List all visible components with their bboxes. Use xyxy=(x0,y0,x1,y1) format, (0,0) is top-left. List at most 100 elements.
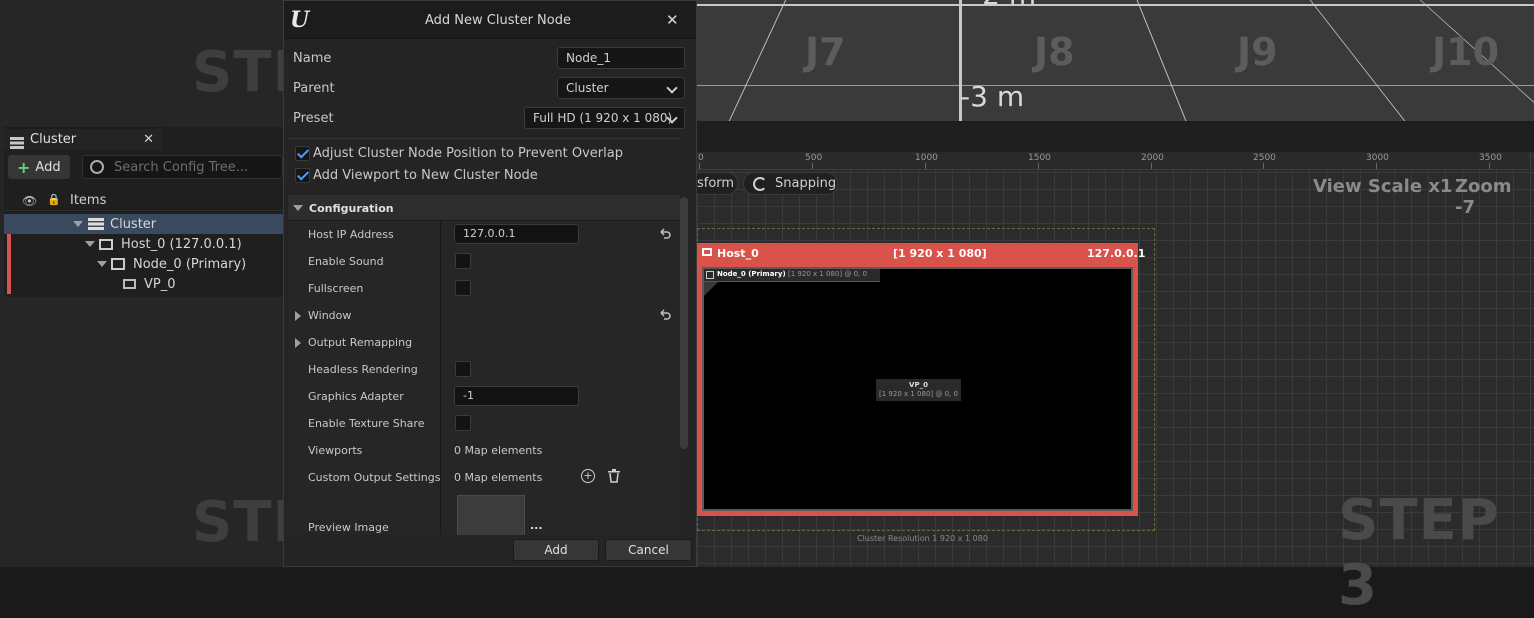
configuration-section-header[interactable]: Configuration xyxy=(288,195,680,221)
add-viewport-checkbox[interactable] xyxy=(295,168,310,183)
canvas-top-strip xyxy=(697,121,1534,152)
prop-label: Host IP Address xyxy=(308,228,394,241)
monitor-icon xyxy=(99,238,113,250)
expand-arrow-icon[interactable] xyxy=(97,261,107,267)
headless-rendering-checkbox[interactable] xyxy=(455,361,471,377)
viewports-value: 0 Map elements xyxy=(454,444,543,457)
preset-dropdown[interactable]: Full HD (1 920 x 1 080) xyxy=(524,107,685,129)
expand-arrow-icon[interactable] xyxy=(73,221,83,227)
close-icon[interactable]: ✕ xyxy=(666,11,679,29)
add-button[interactable]: Add xyxy=(513,539,599,561)
reset-arrow-icon[interactable] xyxy=(659,228,671,240)
ruler-label: 3000 xyxy=(1366,153,1389,163)
preset-label: Preset xyxy=(293,111,334,126)
cluster-panel: Cluster ✕ + Add Search Config Tree... 👁 … xyxy=(4,127,283,297)
parent-label: Parent xyxy=(293,81,335,96)
cancel-button[interactable]: Cancel xyxy=(605,539,692,561)
monitor-icon xyxy=(702,248,712,256)
expand-arrow-icon[interactable] xyxy=(295,311,301,321)
dialog-title: Add New Cluster Node xyxy=(425,13,571,28)
view-scale-label: View Scale x1 xyxy=(1313,176,1453,197)
parent-value: Cluster xyxy=(566,81,609,95)
trash-icon[interactable] xyxy=(608,469,620,483)
tree-icon xyxy=(10,134,24,149)
search-icon xyxy=(90,160,104,174)
divider xyxy=(288,138,680,139)
prop-output-remapping[interactable]: Output Remapping xyxy=(288,329,680,357)
node-box[interactable]: Node_0 (Primary) [1 920 x 1 080] @ 0, 0 … xyxy=(702,267,1133,511)
add-button-label: Add xyxy=(35,159,61,175)
ruler-label: 0 xyxy=(698,153,704,163)
preview-image-thumbnail[interactable] xyxy=(457,495,525,535)
tree-label-node: Node_0 (Primary) xyxy=(133,256,247,272)
search-placeholder: Search Config Tree... xyxy=(114,159,249,175)
tree-row-viewport[interactable]: VP_0 xyxy=(4,274,283,294)
enable-sound-checkbox[interactable] xyxy=(455,253,471,269)
prop-window[interactable]: Window xyxy=(288,302,680,330)
node-icon xyxy=(706,271,714,279)
expand-arrow-icon xyxy=(293,205,303,211)
viewport-box[interactable]: VP_0 [1 920 x 1 080] @ 0, 0 xyxy=(876,379,961,401)
expand-arrow-icon[interactable] xyxy=(295,338,301,348)
texture-share-checkbox[interactable] xyxy=(455,415,471,431)
transform-label: sform xyxy=(697,176,735,191)
prop-label: Window xyxy=(308,309,352,322)
add-viewport-label: Add Viewport to New Cluster Node xyxy=(313,168,538,183)
tree-row-node[interactable]: Node_0 (Primary) xyxy=(4,254,283,274)
floor-grid-line xyxy=(728,0,787,121)
adjust-position-checkbox[interactable] xyxy=(295,146,310,161)
tree-label-cluster: Cluster xyxy=(110,216,157,232)
floor-tile-label: J9 xyxy=(1237,30,1278,74)
prop-label: Graphics Adapter xyxy=(308,390,404,403)
horizontal-ruler: 0 500 1000 1500 2000 2500 3000 3500 xyxy=(697,152,1529,170)
close-icon[interactable]: ✕ xyxy=(143,132,154,147)
viewport-3d[interactable]: J7 J8 J9 J10 -2 m -3 m xyxy=(697,0,1534,121)
floor-tile-label: J10 xyxy=(1432,30,1500,74)
viewport-info: [1 920 x 1 080] @ 0, 0 xyxy=(879,390,958,398)
host-ip-input[interactable]: 127.0.0.1 xyxy=(454,224,579,244)
cluster-resolution-label: Cluster Resolution 1 920 x 1 080 xyxy=(857,534,988,543)
expand-arrow-icon[interactable] xyxy=(85,241,95,247)
node-info: [1 920 x 1 080] @ 0, 0 xyxy=(788,270,867,278)
ruler-label: 1000 xyxy=(915,153,938,163)
details-scrollbar[interactable] xyxy=(680,197,688,449)
parent-dropdown[interactable]: Cluster xyxy=(557,77,685,99)
more-options-icon[interactable]: ... xyxy=(530,519,543,532)
name-label: Name xyxy=(293,51,332,66)
prop-label: Fullscreen xyxy=(308,282,364,295)
prop-enable-sound: Enable Sound xyxy=(288,248,680,276)
cluster-tab[interactable]: Cluster ✕ xyxy=(4,127,162,150)
add-button[interactable]: + Add xyxy=(8,155,70,179)
floor-tile-label: J7 xyxy=(805,30,846,74)
name-input[interactable]: Node_1 xyxy=(557,47,685,69)
prop-graphics-adapter: Graphics Adapter -1 xyxy=(288,383,680,411)
lock-icon[interactable]: 🔒 xyxy=(47,193,61,206)
fullscreen-checkbox[interactable] xyxy=(455,280,471,296)
step-watermark-right: STEP 3 xyxy=(1338,488,1500,618)
snapping-button[interactable]: Snapping xyxy=(743,172,838,195)
eye-icon[interactable]: 👁 xyxy=(22,194,37,208)
prop-label: Enable Texture Share xyxy=(308,417,425,430)
cancel-button-label: Cancel xyxy=(628,543,669,557)
host-name: Host_0 xyxy=(717,247,759,260)
prop-custom-output: Custom Output Settings 0 Map elements + xyxy=(288,464,680,492)
section-title: Configuration xyxy=(309,202,394,215)
floor-tile-label: J8 xyxy=(1034,30,1075,74)
floor-grid-line xyxy=(1136,0,1187,121)
search-input[interactable]: Search Config Tree... xyxy=(82,155,283,179)
tree-row-host[interactable]: Host_0 (127.0.0.1) xyxy=(4,234,283,294)
tree-label-host: Host_0 (127.0.0.1) xyxy=(121,236,242,252)
host-resolution: [1 920 x 1 080] xyxy=(893,247,987,260)
transform-button[interactable]: sform xyxy=(690,172,738,195)
graphics-adapter-input[interactable]: -1 xyxy=(454,386,579,406)
prop-host-ip: Host IP Address 127.0.0.1 xyxy=(288,221,680,249)
ruler-label: 500 xyxy=(805,153,823,163)
reset-arrow-icon[interactable] xyxy=(659,309,671,321)
prop-label: Custom Output Settings xyxy=(308,471,441,484)
plus-icon: + xyxy=(17,157,31,177)
chevron-down-icon xyxy=(666,82,678,94)
tree-row-cluster[interactable]: Cluster xyxy=(4,214,283,234)
add-circle-icon[interactable]: + xyxy=(581,469,595,483)
unreal-logo-icon: U xyxy=(290,7,310,33)
ruler-label: 3500 xyxy=(1479,153,1502,163)
